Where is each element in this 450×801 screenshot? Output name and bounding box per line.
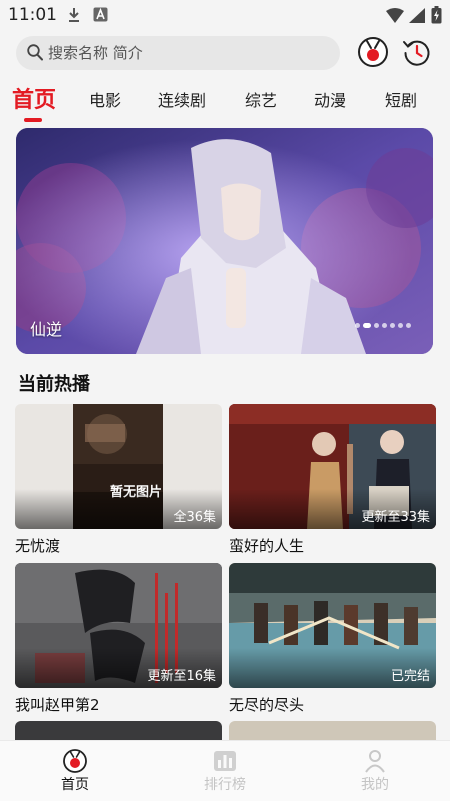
search-input[interactable]: 搜索名称 简介: [48, 42, 143, 63]
search-bar[interactable]: 搜索名称 简介: [16, 36, 340, 70]
banner-title: 仙逆: [30, 320, 63, 339]
app-a-icon: [93, 7, 108, 22]
card-poster: 已完结: [229, 563, 436, 688]
history-button[interactable]: [400, 35, 434, 69]
wifi-icon: [386, 8, 404, 23]
nav-label: 排行榜: [204, 777, 246, 793]
episode-badge: 更新至33集: [361, 510, 430, 525]
carousel-dot: [390, 323, 395, 328]
episode-badge: 全36集: [173, 510, 216, 525]
download-icon: [69, 8, 79, 22]
card-title: 我叫赵甲第2: [15, 696, 100, 714]
media-card-partial[interactable]: [15, 721, 222, 740]
media-card[interactable]: 暂无图片 全36集 无忧渡: [15, 404, 222, 555]
tab-variety[interactable]: 综艺: [245, 87, 277, 111]
bottom-navigation: 首页 排行榜 我的: [0, 740, 450, 801]
nav-label: 我的: [361, 777, 389, 793]
nav-label: 首页: [61, 777, 89, 793]
card-title: 无忧渡: [15, 537, 61, 555]
featured-banner[interactable]: 仙逆: [16, 128, 433, 354]
carousel-dot-active: [363, 323, 371, 328]
banner-artwork: [16, 128, 433, 354]
tab-short-drama[interactable]: 短剧: [385, 87, 417, 111]
nav-ranking[interactable]: 排行榜: [150, 741, 300, 801]
media-card-partial[interactable]: [229, 721, 436, 740]
search-icon: [27, 44, 43, 61]
profile-icon: [365, 750, 385, 773]
media-card[interactable]: 更新至33集 蛮好的人生: [229, 404, 436, 555]
carousel-dot: [374, 323, 379, 328]
battery-icon: [431, 6, 442, 24]
carousel-dot: [382, 323, 387, 328]
tab-indicator: [24, 118, 42, 122]
carousel-dot: [406, 323, 411, 328]
status-time: 11:01: [8, 5, 57, 25]
tab-series[interactable]: 连续剧: [158, 87, 206, 111]
tab-home[interactable]: 首页: [12, 82, 56, 114]
card-poster: 更新至33集: [229, 404, 436, 529]
episode-badge: 已完结: [390, 669, 430, 684]
home-icon: [63, 749, 87, 773]
media-card[interactable]: 已完结 无尽的尽头: [229, 563, 436, 714]
card-title: 无尽的尽头: [229, 696, 305, 714]
card-poster: 更新至16集: [15, 563, 222, 688]
signal-icon: [409, 8, 425, 23]
carousel-dot: [398, 323, 403, 328]
card-title: 蛮好的人生: [229, 537, 305, 555]
tab-movies[interactable]: 电影: [89, 87, 121, 111]
episode-badge: 更新至16集: [147, 669, 216, 684]
tab-anime[interactable]: 动漫: [314, 87, 346, 111]
nav-home[interactable]: 首页: [0, 741, 150, 801]
nav-profile[interactable]: 我的: [300, 741, 450, 801]
card-poster: 暂无图片 全36集: [15, 404, 222, 529]
section-title: 当前热播: [18, 374, 90, 395]
ranking-icon: [214, 751, 236, 771]
carousel-dot: [355, 323, 360, 328]
status-bar: 11:01: [0, 0, 450, 30]
category-tabs: 首页 电影 连续剧 综艺 动漫 短剧: [0, 80, 450, 124]
carousel-indicator: [355, 323, 415, 329]
bag-record-button[interactable]: [356, 35, 390, 69]
media-card[interactable]: 更新至16集 我叫赵甲第2: [15, 563, 222, 714]
